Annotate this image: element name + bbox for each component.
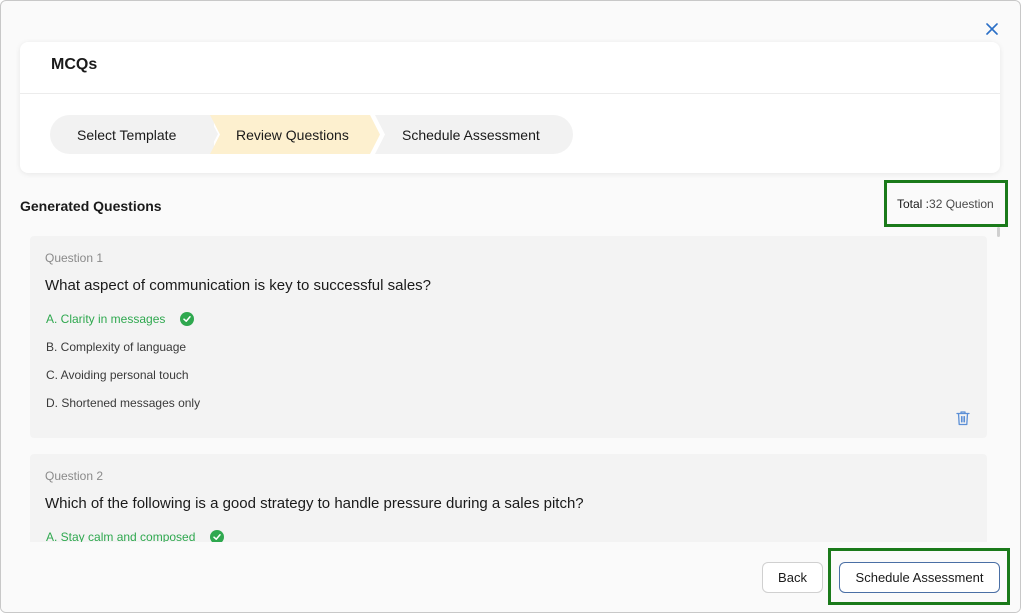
header-divider xyxy=(20,93,1000,94)
question-text: Which of the following is a good strateg… xyxy=(45,495,584,512)
step-label: Select Template xyxy=(77,126,177,143)
option-correct: A. Stay calm and composed xyxy=(46,530,225,542)
question-number: Question 1 xyxy=(45,251,104,265)
question-number: Question 2 xyxy=(45,469,104,483)
header-card: MCQs Select Template Review Questions Sc… xyxy=(20,42,1000,173)
option: C. Avoiding personal touch xyxy=(46,368,189,382)
check-circle-icon xyxy=(210,530,225,542)
option: D. Shortened messages only xyxy=(46,396,200,410)
close-icon[interactable] xyxy=(983,20,1001,38)
option-text: B. Complexity of language xyxy=(46,340,187,354)
question-card: Question 1 What aspect of communication … xyxy=(30,236,987,438)
schedule-assessment-button[interactable]: Schedule Assessment xyxy=(839,562,1000,593)
total-count: Total : 32 Question xyxy=(884,180,1008,227)
option-text: D. Shortened messages only xyxy=(46,396,201,410)
section-title: Generated Questions xyxy=(20,198,162,214)
step-label: Schedule Assessment xyxy=(402,126,540,143)
question-text: What aspect of communication is key to s… xyxy=(45,277,432,294)
questions-list[interactable]: Question 1 What aspect of communication … xyxy=(20,227,1000,542)
option-text: C. Avoiding personal touch xyxy=(46,368,189,382)
total-value: 32 Question xyxy=(929,196,994,211)
total-label: Total : xyxy=(897,196,930,211)
option: B. Complexity of language xyxy=(46,340,186,354)
check-circle-icon xyxy=(180,312,195,326)
step-schedule-assessment[interactable]: Schedule Assessment xyxy=(375,115,573,154)
option-text: A. Clarity in messages xyxy=(46,312,166,326)
back-button[interactable]: Back xyxy=(762,562,823,593)
mcq-modal: MCQs Select Template Review Questions Sc… xyxy=(0,0,1021,613)
option-correct: A. Clarity in messages xyxy=(46,312,195,326)
scrollbar[interactable] xyxy=(997,227,1000,237)
step-select-template[interactable]: Select Template xyxy=(50,115,214,154)
option-text: A. Stay calm and composed xyxy=(46,530,196,542)
step-label: Review Questions xyxy=(236,126,349,143)
trash-icon[interactable] xyxy=(956,410,970,426)
question-card: Question 2 Which of the following is a g… xyxy=(30,454,987,542)
modal-title: MCQs xyxy=(51,56,98,73)
step-review-questions[interactable]: Review Questions xyxy=(210,115,380,154)
